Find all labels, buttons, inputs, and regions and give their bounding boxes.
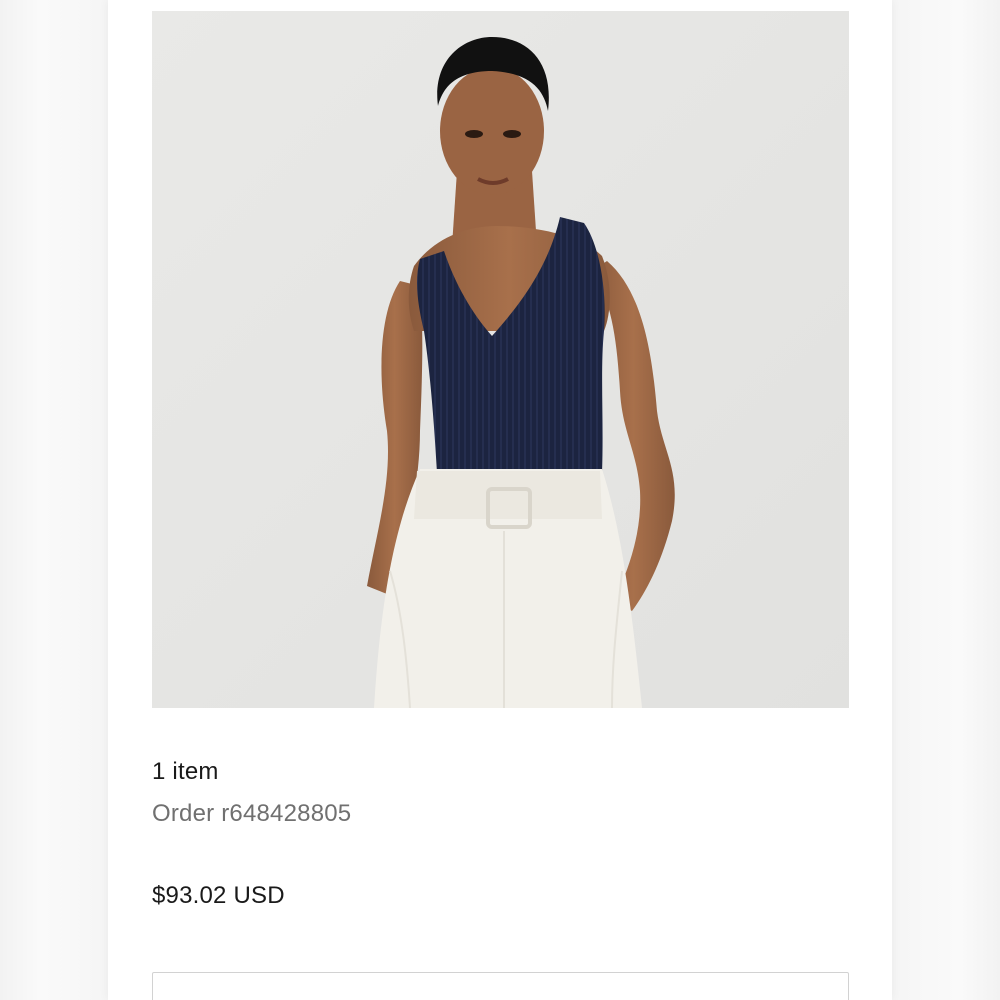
product-image[interactable] [152,11,849,708]
page-background: 1 item Order r648428805 $93.02 USD [0,0,1000,1000]
item-count: 1 item [152,758,219,785]
action-button-partial[interactable] [152,972,849,1000]
order-summary-card: 1 item Order r648428805 $93.02 USD [108,0,892,1000]
order-total: $93.02 USD [152,882,285,909]
order-number: Order r648428805 [152,800,352,827]
